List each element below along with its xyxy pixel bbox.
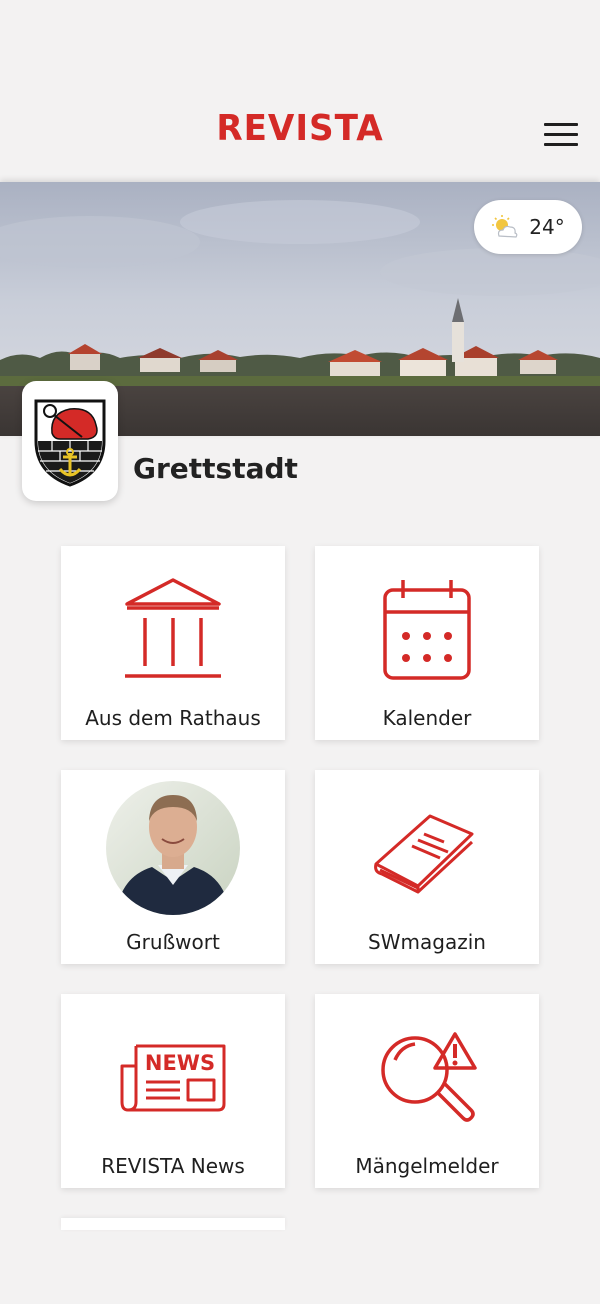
calendar-icon [383, 580, 471, 680]
search-warning-icon [381, 1032, 477, 1122]
town-hall-icon [125, 578, 221, 678]
tile-revista-news[interactable]: NEWS REVISTA News [61, 994, 285, 1188]
mayor-portrait [106, 781, 240, 915]
hamburger-menu-icon[interactable] [544, 123, 580, 147]
tile-label: Mängelmelder [355, 1154, 499, 1178]
weather-badge[interactable]: 24° [474, 200, 582, 254]
tile-partial[interactable] [61, 1218, 285, 1230]
tile-label: Aus dem Rathaus [85, 706, 261, 730]
tile-maengelmelder[interactable]: Mängelmelder [315, 994, 539, 1188]
tile-label: REVISTA News [101, 1154, 245, 1178]
newspaper-icon: NEWS [120, 1044, 226, 1112]
tile-label: SWmagazin [368, 930, 486, 954]
tile-kalender[interactable]: Kalender [315, 546, 539, 740]
tile-grusswort[interactable]: Grußwort [61, 770, 285, 964]
tile-label: Kalender [382, 706, 472, 730]
weather-temperature: 24° [529, 215, 565, 239]
tile-aus-dem-rathaus[interactable]: Aus dem Rathaus [61, 546, 285, 740]
svg-text:NEWS: NEWS [145, 1051, 215, 1075]
magazine-icon [374, 814, 474, 894]
tile-label: Grußwort [126, 930, 220, 954]
app-logo[interactable]: REVISTA [15, 108, 585, 149]
app-header: REVISTA [0, 0, 600, 182]
partly-sunny-icon [492, 215, 518, 238]
town-name: Grettstadt [133, 452, 298, 485]
town-crest [22, 381, 118, 501]
tile-swmagazin[interactable]: SWmagazin [315, 770, 539, 964]
